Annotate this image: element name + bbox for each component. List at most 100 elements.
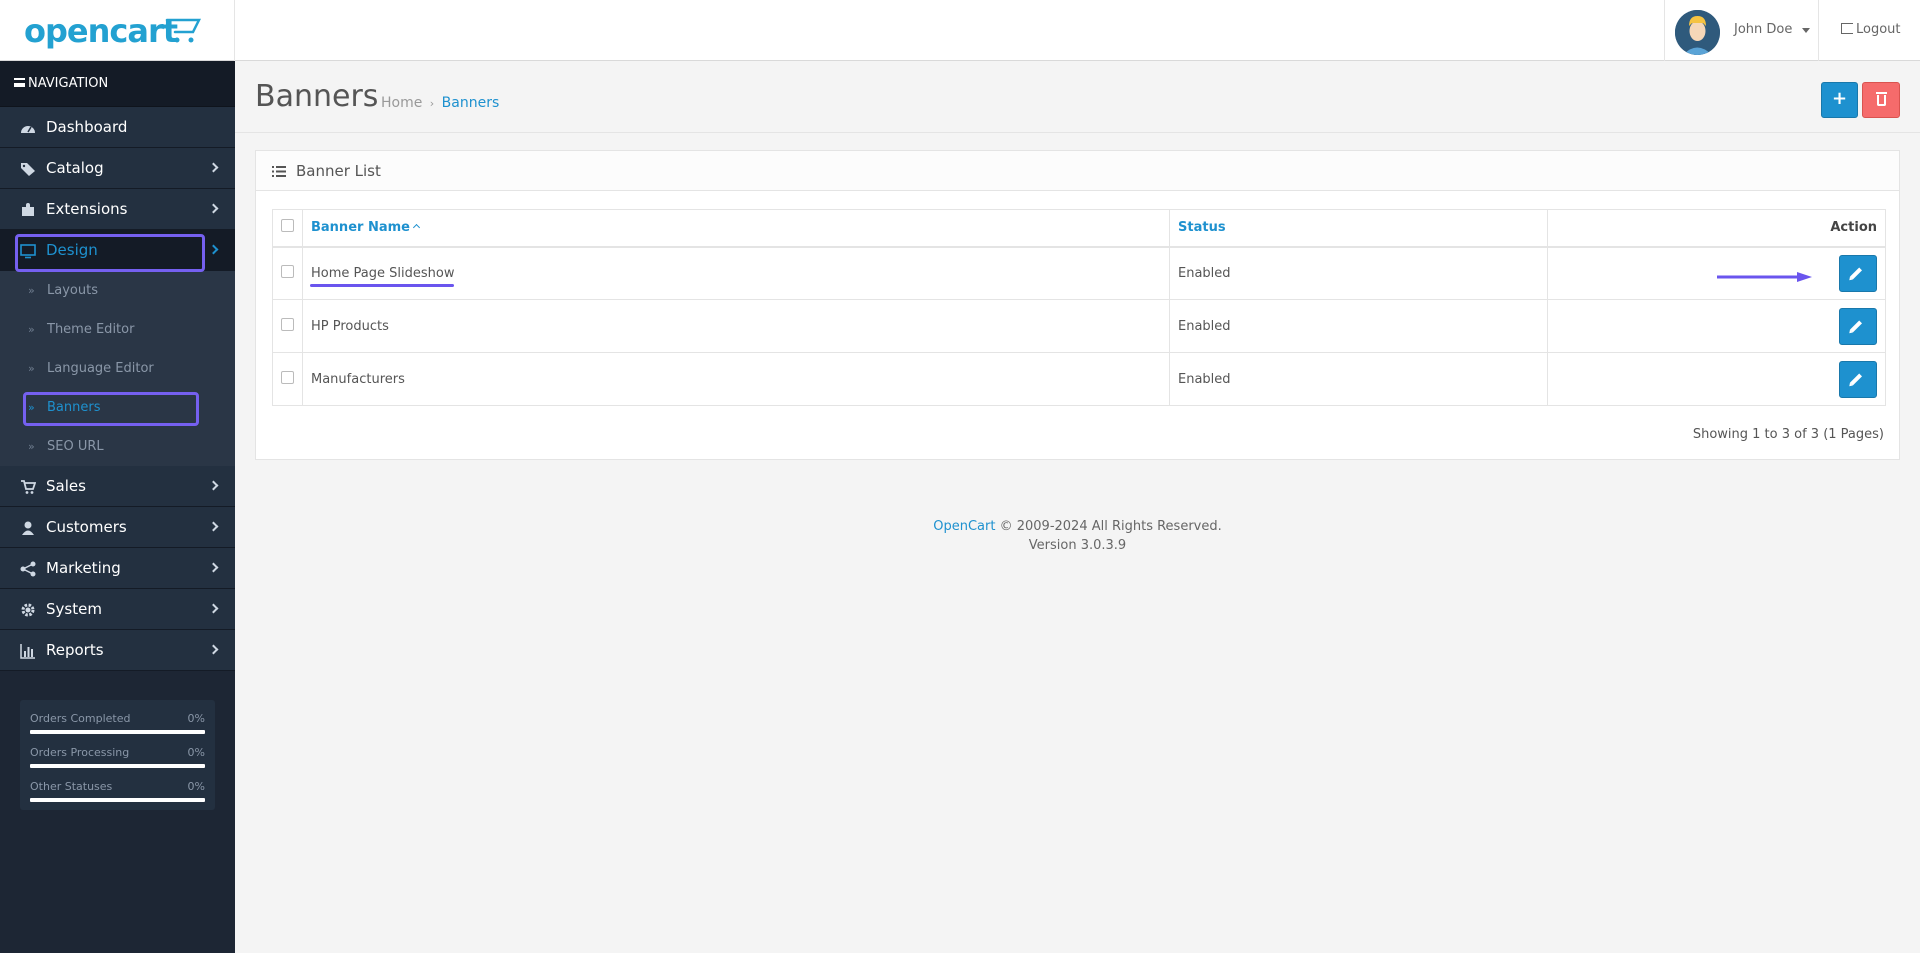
- annotation-underline: [310, 284, 454, 287]
- highlight-design-box: [15, 234, 205, 272]
- trash-icon: [1876, 92, 1887, 106]
- sidebar-item-system[interactable]: System: [0, 589, 235, 630]
- edit-button[interactable]: [1839, 360, 1877, 398]
- footer-copyright-text: © 2009-2024 All Rights Reserved.: [995, 519, 1222, 534]
- sidebar-item-reports[interactable]: Reports: [0, 630, 235, 671]
- sidebar-subitem-seo-url[interactable]: » SEO URL: [0, 427, 235, 466]
- page-header: Banners Home › Banners: [235, 61, 1920, 133]
- sidebar-subitem-label: Theme Editor: [47, 322, 135, 337]
- pencil-icon: [1849, 319, 1863, 333]
- sidebar-subitem-language-editor[interactable]: » Language Editor: [0, 349, 235, 388]
- nav-heading-label: NAVIGATION: [28, 76, 109, 91]
- double-chevron-icon: »: [28, 323, 35, 336]
- user-icon: [22, 521, 34, 535]
- chevron-right-icon: [208, 203, 219, 214]
- user-menu[interactable]: John Doe: [1664, 0, 1819, 61]
- sidebar-subitem-layouts[interactable]: » Layouts: [0, 271, 235, 310]
- breadcrumb-home[interactable]: Home: [381, 95, 422, 111]
- user-name[interactable]: John Doe: [1734, 22, 1792, 37]
- table-row: HP Products Enabled: [272, 299, 1886, 353]
- chevron-right-icon: [208, 644, 219, 655]
- edit-button[interactable]: [1839, 254, 1877, 292]
- banner-list-panel: Banner List Banner Name Status Action Ho…: [255, 150, 1900, 460]
- cog-icon: [21, 603, 35, 617]
- action-cell: [1547, 352, 1886, 406]
- caret-down-icon[interactable]: [1802, 28, 1810, 33]
- banner-table: Banner Name Status Action Home Page Slid…: [272, 209, 1886, 406]
- annotation-arrow-icon: [1717, 272, 1812, 282]
- sidebar-item-catalog[interactable]: Catalog: [0, 148, 235, 189]
- footer-version: Version 3.0.3.9: [1028, 538, 1127, 553]
- stat-progress-bar: [30, 764, 205, 768]
- footer: OpenCart © 2009-2024 All Rights Reserved…: [235, 517, 1920, 555]
- banner-status-cell: Enabled: [1169, 352, 1548, 406]
- row-checkbox[interactable]: [281, 264, 294, 278]
- opencart-logo[interactable]: opencart: [24, 12, 178, 50]
- row-checkbox[interactable]: [281, 317, 294, 331]
- delete-button[interactable]: [1862, 82, 1900, 118]
- cart-icon: [21, 480, 36, 494]
- chevron-right-icon: [208, 521, 219, 532]
- nav-heading: NAVIGATION: [0, 61, 235, 107]
- banner-name-cell: Home Page Slideshow: [302, 246, 1170, 300]
- sidebar-item-sales[interactable]: Sales: [0, 466, 235, 507]
- logout-label[interactable]: Logout: [1856, 22, 1901, 37]
- stat-other-statuses: Other Statuses 0%: [30, 774, 205, 808]
- chevron-right-icon: [208, 480, 219, 491]
- panel-title: Banner List: [296, 162, 381, 180]
- breadcrumb-banners[interactable]: Banners: [442, 95, 500, 111]
- sidebar-item-label: Extensions: [46, 200, 128, 218]
- sidebar-item-extensions[interactable]: Extensions: [0, 189, 235, 230]
- row-checkbox-cell: [272, 299, 303, 353]
- chevron-right-icon: [208, 603, 219, 614]
- sidebar-item-dashboard[interactable]: Dashboard: [0, 107, 235, 148]
- logout-link[interactable]: Logout: [1841, 22, 1901, 37]
- add-new-button[interactable]: +: [1821, 82, 1858, 118]
- sort-ascending-icon: [412, 224, 421, 232]
- chevron-right-icon: [208, 562, 219, 573]
- sign-out-icon: [1841, 23, 1853, 34]
- breadcrumb-separator-icon: ›: [429, 97, 435, 110]
- chevron-right-icon: [208, 162, 219, 173]
- avatar: [1675, 10, 1720, 55]
- table-row: Manufacturers Enabled: [272, 352, 1886, 406]
- row-checkbox-cell: [272, 352, 303, 406]
- stat-value: 0%: [187, 712, 205, 725]
- banner-status-cell: Enabled: [1169, 246, 1548, 300]
- sidebar-subitem-label: SEO URL: [47, 439, 104, 454]
- sidebar-subitem-label: Layouts: [47, 283, 98, 298]
- logo-area[interactable]: opencart: [0, 0, 235, 61]
- column-banner-name-label[interactable]: Banner Name: [311, 220, 410, 235]
- row-checkbox-cell: [272, 246, 303, 300]
- top-header: opencart John Doe Logout: [0, 0, 1920, 61]
- footer-copyright: OpenCart © 2009-2024 All Rights Reserved…: [235, 517, 1920, 536]
- sidebar-subitem-theme-editor[interactable]: » Theme Editor: [0, 310, 235, 349]
- action-cell: [1547, 299, 1886, 353]
- sidebar-item-marketing[interactable]: Marketing: [0, 548, 235, 589]
- list-icon: [272, 166, 286, 177]
- panel-heading: Banner List: [256, 151, 1899, 191]
- banner-status-cell: Enabled: [1169, 299, 1548, 353]
- table-header-row: Banner Name Status Action: [272, 209, 1886, 248]
- stat-label: Other Statuses: [30, 780, 113, 793]
- pagination-summary: Showing 1 to 3 of 3 (1 Pages): [1692, 427, 1884, 442]
- row-checkbox[interactable]: [281, 370, 294, 384]
- column-status[interactable]: Status: [1169, 209, 1548, 248]
- banner-name: Home Page Slideshow: [311, 265, 455, 281]
- sidebar-item-customers[interactable]: Customers: [0, 507, 235, 548]
- tags-icon: [21, 163, 35, 176]
- sidebar-item-label: Customers: [46, 518, 127, 536]
- edit-button[interactable]: [1839, 307, 1877, 345]
- order-stats-box: Orders Completed 0% Orders Processing 0%…: [20, 700, 215, 810]
- footer-brand-link[interactable]: OpenCart: [933, 519, 995, 534]
- stat-value: 0%: [187, 746, 205, 759]
- bars-icon[interactable]: [14, 78, 25, 87]
- banner-name-cell: HP Products: [302, 299, 1170, 353]
- sidebar-item-label: Marketing: [46, 559, 121, 577]
- breadcrumb: Home › Banners: [381, 95, 499, 111]
- sidebar-item-label: System: [46, 600, 102, 618]
- sidebar-item-label: Catalog: [46, 159, 104, 177]
- column-banner-name[interactable]: Banner Name: [302, 209, 1170, 248]
- select-all-checkbox[interactable]: [281, 219, 294, 233]
- cart-logo-icon: [165, 18, 201, 43]
